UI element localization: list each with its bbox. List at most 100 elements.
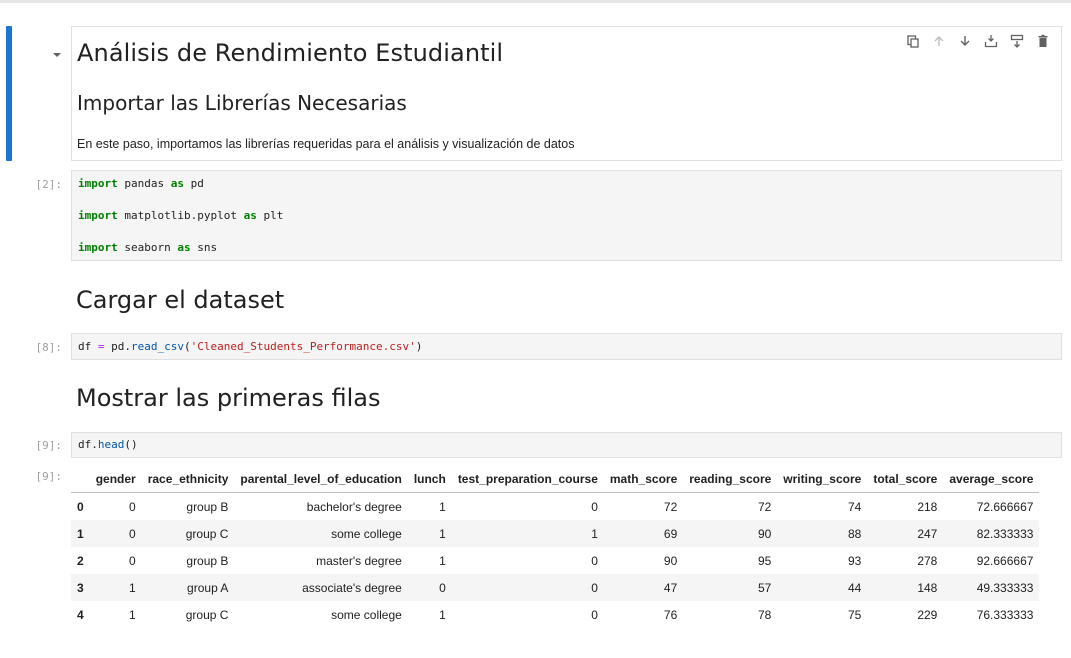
- insert-above-button[interactable]: [981, 31, 1001, 51]
- table-cell-average-score: 49.333333: [976, 580, 1034, 595]
- column-header-math-score: math_score: [603, 465, 684, 493]
- table-cell-math-score: 69: [663, 526, 678, 541]
- column-header-parental-level-of-education: parental_level_of_education: [234, 465, 408, 493]
- table-cell-writing-score: 93: [847, 553, 862, 568]
- table-cell-writing-score: 44: [847, 580, 862, 595]
- table-cell-total-score: 278: [917, 553, 938, 568]
- table-cell-reading-score: 57: [757, 580, 772, 595]
- table-cell-reading-score: 78: [757, 607, 772, 622]
- dataframe-output: gender race_ethnicity parental_level_of_…: [71, 465, 1040, 628]
- table-cell-parental-level-of-education: master's degree: [316, 553, 402, 568]
- table-row: 0 0 group B bachelor's degree 1 0 72 72 74 218 72.…: [71, 493, 1039, 521]
- table-cell-writing-score: 74: [847, 499, 862, 514]
- duplicate-icon: [907, 35, 919, 48]
- table-cell-race-ethnicity: group B: [186, 499, 229, 514]
- section-description: En este paso, importamos las librerías r…: [77, 137, 575, 151]
- column-header-race-ethnicity: race_ethnicity: [141, 465, 235, 493]
- column-header-test-preparation-course: test_preparation_course: [451, 465, 604, 493]
- table-row: 2 0 group B master's degree 1 0 90 95 93 278 92.66…: [71, 547, 1039, 574]
- table-cell-test-preparation-course: 0: [591, 580, 598, 595]
- table-cell-reading-score: 95: [757, 553, 772, 568]
- section-heading-imports: Importar las Librerías Necesarias: [77, 91, 407, 115]
- column-header-average-score: average_score: [943, 465, 1040, 493]
- table-cell-test-preparation-course: 1: [591, 526, 598, 541]
- table-cell-math-score: 47: [663, 580, 678, 595]
- table-cell-lunch: 1: [439, 526, 446, 541]
- table-cell-average-score: 76.333333: [976, 607, 1034, 622]
- input-prompt-9: [9]:: [35, 439, 63, 452]
- table-cell-index: 1: [77, 526, 84, 541]
- move-down-icon: [960, 36, 970, 46]
- table-cell-race-ethnicity: group C: [185, 607, 229, 622]
- collapse-heading-toggle[interactable]: [50, 48, 64, 62]
- table-row: 1 0 group C some college 1 1 69 90 88 247 82.33333…: [71, 520, 1040, 547]
- move-down-button[interactable]: [955, 31, 975, 51]
- notebook-panel: Análisis de Rendimiento Estudiantil Impo…: [0, 0, 1071, 658]
- code-line-3: import seaborn as sns: [78, 241, 218, 254]
- column-header-gender: gender: [89, 465, 142, 493]
- code-cell-read-csv[interactable]: df = pd.read_csv('Cleaned_Students_Perfo…: [71, 333, 1062, 360]
- table-header-row: gender race_ethnicity parental_level_of_…: [71, 465, 1040, 493]
- table-cell-gender: 0: [129, 526, 136, 541]
- caret-down-icon: [53, 53, 61, 57]
- table-cell-math-score: 76: [663, 607, 678, 622]
- input-prompt-2: [2]:: [35, 178, 63, 191]
- cell-toolbar: [903, 31, 1053, 51]
- delete-cell-button[interactable]: [1033, 31, 1053, 51]
- insert-below-button[interactable]: [1007, 31, 1027, 51]
- table-cell-total-score: 229: [917, 607, 938, 622]
- table-cell-total-score: 218: [917, 499, 938, 514]
- column-header-writing-score: writing_score: [777, 465, 868, 493]
- table-row: 3 1 group A associate's degree 0 0 47 57 44 148 49…: [71, 574, 1040, 601]
- table-cell-total-score: 148: [917, 580, 938, 595]
- table-cell-index: 3: [77, 580, 84, 595]
- table-cell-index: 0: [77, 499, 84, 514]
- code-line-read-csv: df = pd.read_csv('Cleaned_Students_Perfo…: [78, 340, 423, 353]
- insert-above-icon: [984, 35, 998, 48]
- column-header-index: [71, 465, 90, 493]
- column-header-reading-score: reading_score: [683, 465, 778, 493]
- move-up-icon: [934, 36, 944, 46]
- notebook-title: Análisis de Rendimiento Estudiantil: [77, 39, 504, 67]
- code-cell-head[interactable]: df.head(): [71, 432, 1062, 458]
- table-cell-gender: 1: [129, 607, 136, 622]
- table-cell-lunch: 1: [439, 499, 446, 514]
- code-cell-imports[interactable]: import pandas as pd import matplotlib.py…: [71, 170, 1062, 261]
- table-cell-gender: 0: [129, 499, 136, 514]
- table-cell-race-ethnicity: group A: [187, 580, 229, 595]
- delete-icon: [1038, 34, 1048, 47]
- table-row: 4 1 group C some college 1 0 76 78 75 229 76.33333…: [71, 601, 1039, 628]
- code-line-2: import matplotlib.pyplot as plt: [78, 209, 284, 222]
- table-cell-index: 4: [77, 607, 84, 622]
- table-cell-total-score: 247: [917, 526, 938, 541]
- table-cell-gender: 1: [129, 580, 136, 595]
- active-cell-indicator: [6, 26, 12, 161]
- table-cell-writing-score: 75: [847, 607, 862, 622]
- table-cell-reading-score: 90: [757, 526, 772, 541]
- table-cell-lunch: 1: [439, 553, 446, 568]
- section-heading-head: Mostrar las primeras filas: [76, 384, 381, 412]
- input-prompt-8: [8]:: [35, 341, 63, 354]
- section-heading-load: Cargar el dataset: [76, 286, 285, 314]
- table-cell-parental-level-of-education: some college: [331, 526, 402, 541]
- table-cell-race-ethnicity: group B: [186, 553, 229, 568]
- table-cell-lunch: 1: [439, 607, 446, 622]
- table-cell-average-score: 82.333333: [976, 526, 1034, 541]
- table-cell-average-score: 92.666667: [976, 553, 1034, 568]
- table-cell-math-score: 72: [663, 499, 678, 514]
- move-up-button[interactable]: [929, 31, 949, 51]
- table-cell-test-preparation-course: 0: [591, 607, 598, 622]
- output-prompt-9: [9]:: [35, 470, 63, 483]
- table-cell-writing-score: 88: [847, 526, 862, 541]
- table-cell-parental-level-of-education: associate's degree: [302, 580, 402, 595]
- table-cell-race-ethnicity: group C: [185, 526, 229, 541]
- table-cell-math-score: 90: [663, 553, 678, 568]
- table-cell-test-preparation-course: 0: [591, 499, 598, 514]
- table-cell-gender: 0: [129, 553, 136, 568]
- table-cell-parental-level-of-education: bachelor's degree: [306, 499, 402, 514]
- duplicate-cell-button[interactable]: [903, 31, 923, 51]
- markdown-cell-title[interactable]: Análisis de Rendimiento Estudiantil Impo…: [71, 26, 1062, 161]
- table-cell-test-preparation-course: 0: [591, 553, 598, 568]
- table-cell-lunch: 0: [439, 580, 446, 595]
- table-cell-reading-score: 72: [757, 499, 772, 514]
